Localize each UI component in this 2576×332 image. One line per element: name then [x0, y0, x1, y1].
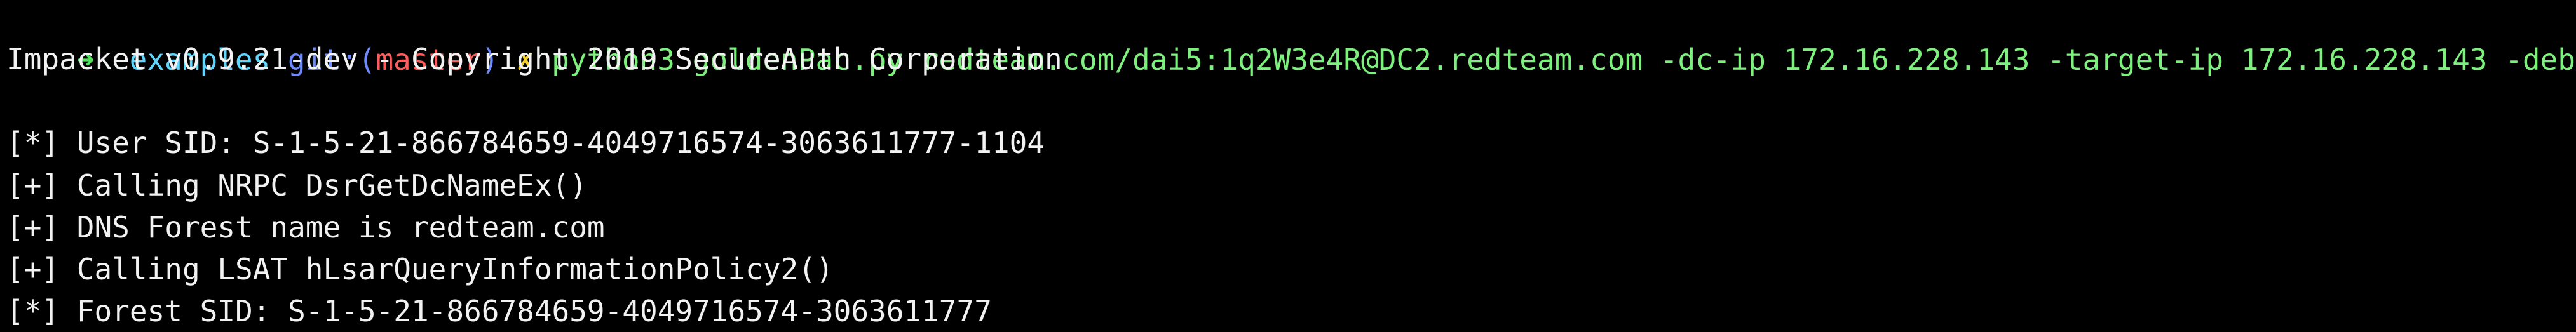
output-line-user-sid: [*] User SID: S-1-5-21-866784659-4049716…: [6, 126, 1045, 160]
output-line-lsat-call: [+] Calling LSAT hLsarQueryInformationPo…: [6, 252, 834, 286]
impacket-banner: Impacket v0.9.21-dev - Copyright 2019 Se…: [6, 42, 1062, 76]
output-line-forest-sid: [*] Forest SID: S-1-5-21-866784659-40497…: [6, 294, 992, 328]
output-line-dns-forest: [+] DNS Forest name is redteam.com: [6, 210, 605, 244]
output-line-nrpc-call: [+] Calling NRPC DsrGetDcNameEx(): [6, 168, 587, 203]
terminal-window[interactable]: ➜ examples git:(master) ✗ python3 goldenPac.…: [0, 0, 2576, 328]
command-prompt-line: ➜ examples git:(master) ✗ python3 goldenPac.…: [6, 0, 2576, 77]
